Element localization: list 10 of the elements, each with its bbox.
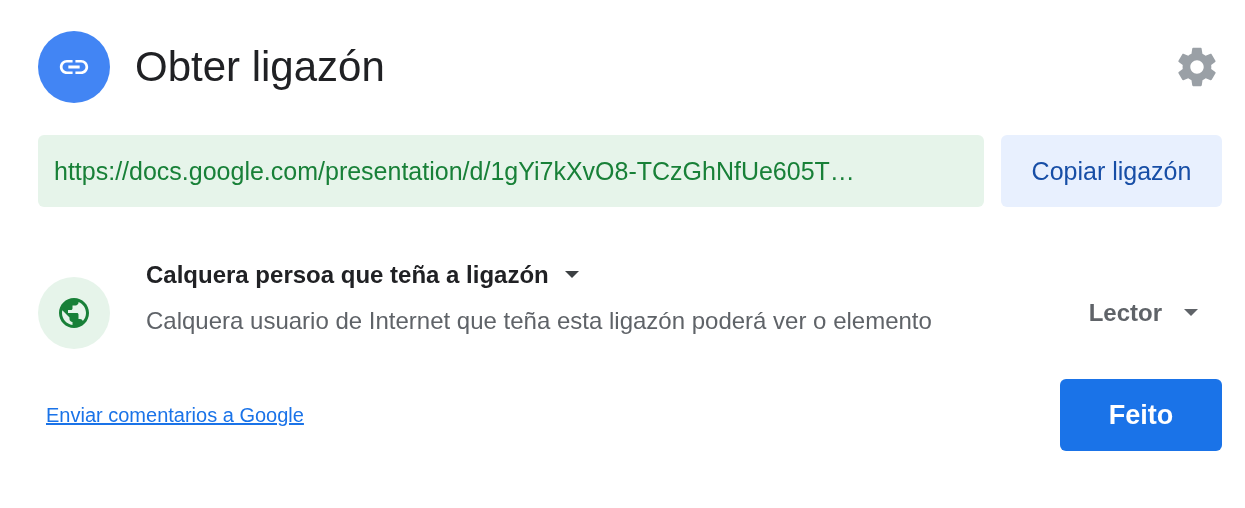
done-button[interactable]: Feito — [1060, 379, 1222, 451]
caret-icon — [564, 271, 579, 279]
feedback-link[interactable]: Enviar comentarios a Google — [46, 403, 304, 427]
role-dropdown[interactable]: Lector — [1088, 299, 1222, 327]
access-scope-dropdown[interactable]: Calquera persoa que teña a ligazón — [146, 261, 579, 289]
caret-icon — [1184, 309, 1198, 317]
access-description: Calquera usuario de Internet que teña esta ligazón poderá ver o elemento — [146, 306, 933, 336]
link-field[interactable]: https://docs.google.com/presentation/d/1gYi7kXvO8-TCzGhNfUe605T… — [38, 135, 984, 207]
copy-link-button[interactable]: Copiar ligazón — [1001, 135, 1222, 207]
dialog-title: Obter ligazón — [135, 43, 386, 91]
